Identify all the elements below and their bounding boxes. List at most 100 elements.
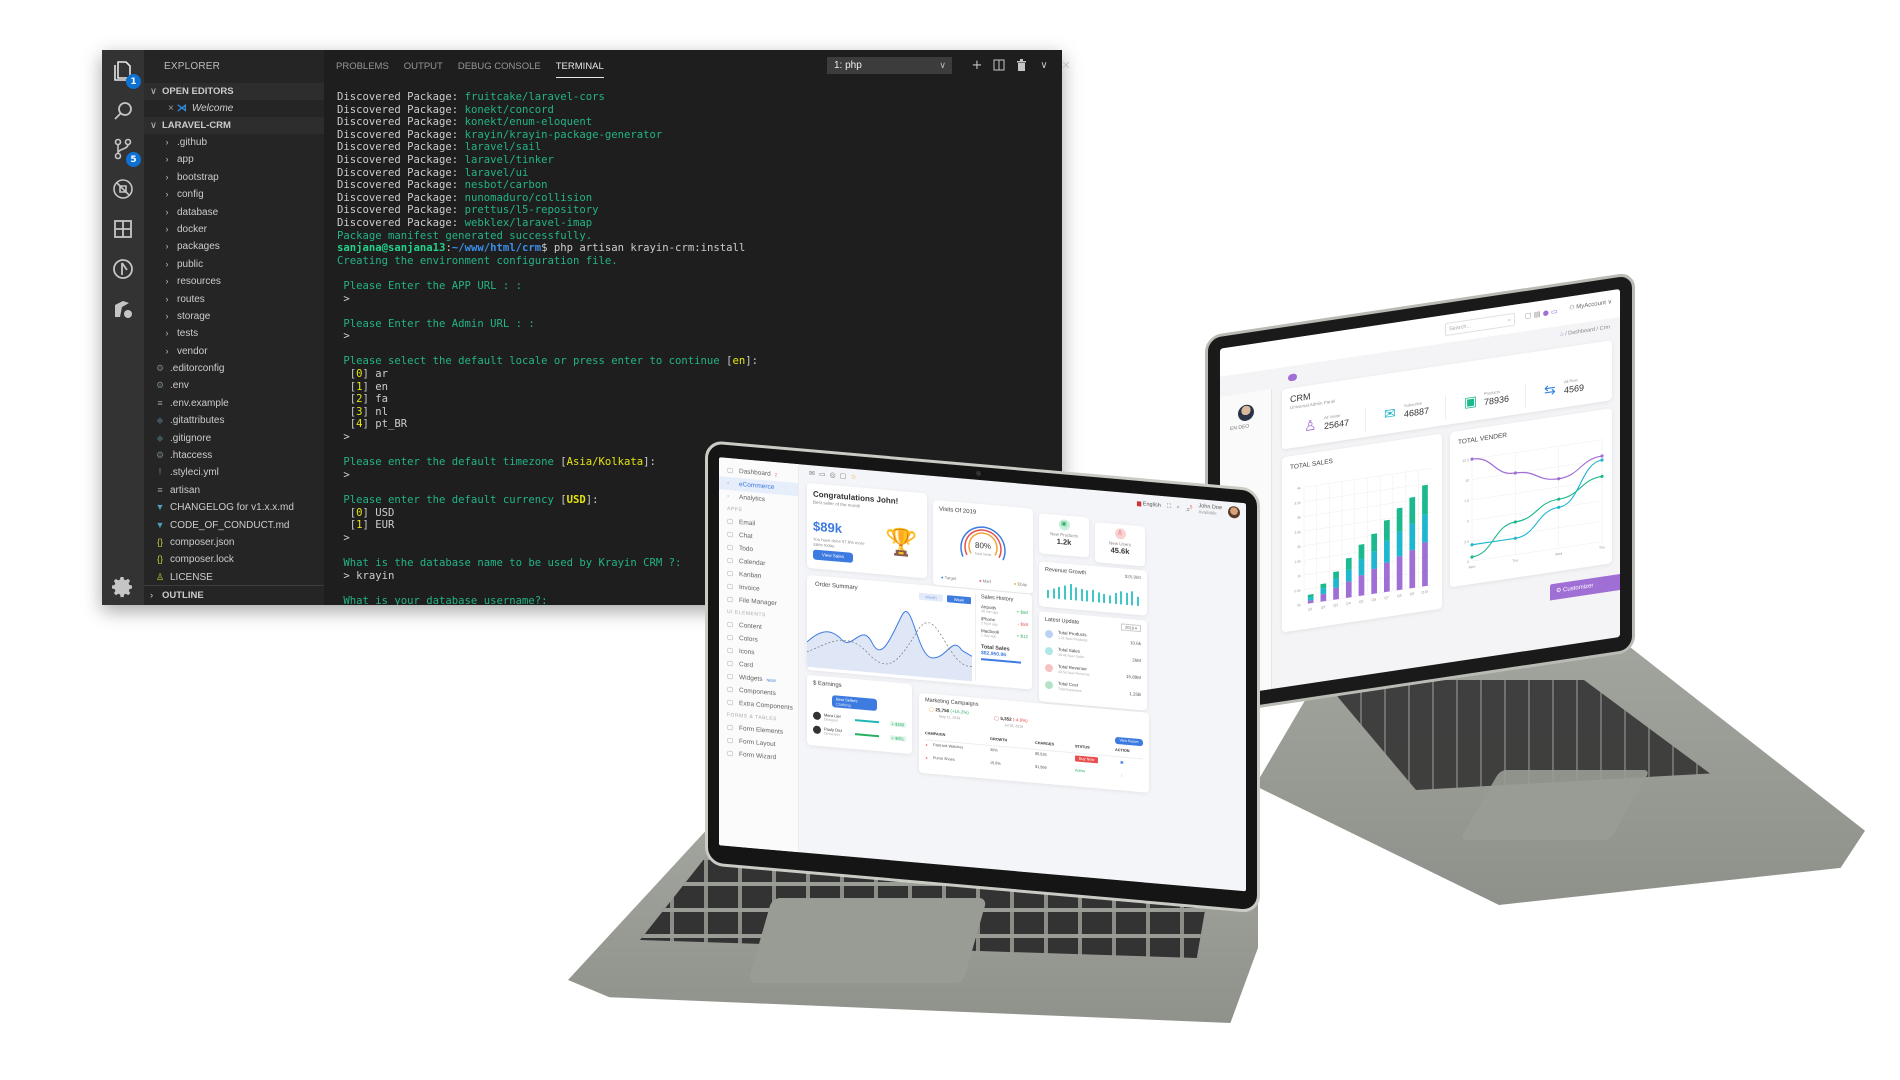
chat-icon[interactable]: ▭ [819, 470, 830, 479]
box-icon: ▣ [1058, 518, 1070, 531]
tab-debug-console[interactable]: DEBUG CONSOLE [458, 50, 541, 83]
files-icon[interactable]: 1 [108, 56, 141, 89]
nav-item-label: Form Layout [739, 737, 776, 749]
legend-target: ● Target [941, 574, 957, 581]
file-type-icon: ! [158, 467, 162, 478]
file-item[interactable]: ≡ .env.example [144, 395, 324, 412]
earner-avatar [813, 725, 821, 735]
folder-item[interactable]: › database [144, 204, 324, 221]
y-tick-label: 2k [1297, 545, 1301, 550]
file-item[interactable]: ◆ .gitattributes [144, 412, 324, 429]
tab-problems[interactable]: PROBLEMS [336, 50, 389, 83]
gitlens-icon[interactable] [108, 254, 138, 284]
folder-item[interactable]: › resources [144, 273, 324, 290]
crm-topbar-icons[interactable]: ▢ ▤ ● ▭ [1525, 307, 1558, 320]
language-select[interactable]: ▆ English [1137, 501, 1161, 509]
calendar-icon[interactable]: ▢ [840, 472, 851, 481]
outline-header[interactable]: › OUTLINE [144, 585, 324, 605]
check-icon: ▢ [727, 723, 734, 732]
terminal-select[interactable]: 1: php ∨ [827, 57, 952, 74]
crm-search-input[interactable]: Search... ⌕ [1445, 312, 1515, 337]
week-tab[interactable]: Week [947, 595, 971, 605]
campaign-table: CAMPAIGN GROWTH CHARGES STATUS ACTION ✦ Fastra… [925, 731, 1143, 785]
split-icon[interactable] [990, 56, 1008, 74]
star-icon[interactable]: ☆ [850, 473, 860, 482]
campaign-status[interactable]: Buy Now [1075, 755, 1099, 764]
terminal-line: Please select the default locale or pres… [337, 355, 1054, 368]
fullscreen-icon[interactable]: ⛶ [1167, 503, 1171, 510]
folder-item[interactable]: › packages [144, 238, 324, 255]
folder-item[interactable]: › app [144, 151, 324, 168]
trash-icon[interactable] [1012, 56, 1030, 74]
tab-output[interactable]: OUTPUT [404, 50, 443, 83]
view-report-button[interactable]: View Report [1115, 736, 1143, 747]
check-icon[interactable]: ◎ [830, 471, 840, 480]
revenue-bar [1103, 593, 1106, 604]
home-icon[interactable]: ⌂ [1560, 331, 1563, 337]
file-item[interactable]: {} composer.json [144, 534, 324, 551]
customizer-button[interactable]: ⚙ Customizer [1550, 573, 1620, 601]
plus-icon[interactable]: + [968, 56, 986, 74]
source-control-icon[interactable]: 5 [108, 134, 141, 167]
x-tick-label: Q4 [1346, 601, 1351, 606]
user-menu[interactable]: John Doe Available [1198, 503, 1222, 517]
file-item[interactable]: ⚙ .htaccess [144, 447, 324, 464]
debug-icon[interactable] [108, 174, 138, 204]
view-sales-button[interactable]: View Sales [813, 549, 853, 563]
update-value: 26M [1132, 657, 1141, 664]
open-editor-welcome[interactable]: × ⋊ Welcome [144, 100, 324, 117]
file-item[interactable]: ♙ LICENSE [144, 569, 324, 586]
project-header[interactable]: ∨ LARAVEL-CRM [144, 117, 324, 134]
folder-item[interactable]: › config [144, 186, 324, 203]
user-status: Available [1198, 509, 1217, 516]
bell-icon[interactable]: ♫5 [1186, 504, 1193, 513]
folder-item[interactable]: › bootstrap [144, 169, 324, 186]
crm-account-menu[interactable]: ⚇ MyAccount ∨ [1569, 298, 1612, 311]
file-item[interactable]: ▼ CHANGELOG for v1.x.x.md [144, 499, 324, 516]
search-icon[interactable] [108, 96, 138, 126]
month-tab[interactable]: Month [919, 592, 943, 602]
folder-item[interactable]: › routes [144, 291, 324, 308]
crm-avatar[interactable] [1238, 403, 1254, 423]
extensions-icon[interactable] [108, 214, 138, 244]
folder-item[interactable]: › vendor [144, 343, 324, 360]
year-select[interactable]: 2019 ▾ [1120, 623, 1141, 633]
folder-item[interactable]: › docker [144, 221, 324, 238]
toggle-icon[interactable] [1288, 373, 1297, 382]
folder-item[interactable]: › public [144, 256, 324, 273]
bar-green [1396, 507, 1403, 532]
live-share-icon[interactable] [108, 294, 138, 324]
file-item[interactable]: ▼ CODE_OF_CONDUCT.md [144, 517, 324, 534]
project-label: LARAVEL-CRM [162, 120, 231, 131]
terminal-text: fruitcake/laravel-cors [464, 91, 605, 103]
order-summary-card: Order Summary Month Week Sales History A… [807, 574, 1032, 690]
folder-item[interactable]: › tests [144, 325, 324, 342]
gear-icon[interactable] [111, 575, 135, 599]
search-icon: ⌕ [1507, 317, 1511, 324]
search-icon[interactable]: ⌕ [1177, 504, 1180, 511]
folder-item[interactable]: › storage [144, 308, 324, 325]
action-icon[interactable]: ▣ [1120, 759, 1124, 764]
file-item[interactable]: ! .styleci.yml [144, 464, 324, 481]
tab-terminal[interactable]: TERMINAL [555, 50, 604, 83]
close-icon[interactable]: ✕ [1057, 56, 1075, 74]
best-sellers-badge[interactable]: Best Sellers Clothing [832, 695, 877, 712]
close-icon[interactable]: × [168, 103, 174, 114]
action-icon[interactable]: ⋮ [1120, 772, 1124, 777]
folder-item[interactable]: › .github [144, 134, 324, 151]
x-tick-label: Q2 [1321, 605, 1326, 610]
user-avatar[interactable] [1228, 505, 1240, 519]
open-editors-header[interactable]: ∨ OPEN EDITORS [144, 83, 324, 100]
file-item[interactable]: ⚙ .editorconfig [144, 360, 324, 377]
latest-update-list: Total Products 1.2k New Products 10.6k Tota… [1045, 629, 1141, 705]
nav-item-label: Dashboard [739, 467, 771, 478]
chat-icon[interactable]: ▭ [1551, 307, 1558, 316]
file-item[interactable]: ◆ .gitignore [144, 430, 324, 447]
bell-icon[interactable]: ● [1543, 309, 1549, 318]
tree-item-label: database [177, 206, 219, 218]
file-item[interactable]: {} composer.lock [144, 551, 324, 568]
mail-icon[interactable]: ✉ [809, 469, 819, 478]
file-item[interactable]: ≡ artisan [144, 482, 324, 499]
file-item[interactable]: ⚙ .env [144, 377, 324, 394]
chevron-down-icon[interactable]: ∨ [1035, 56, 1053, 74]
